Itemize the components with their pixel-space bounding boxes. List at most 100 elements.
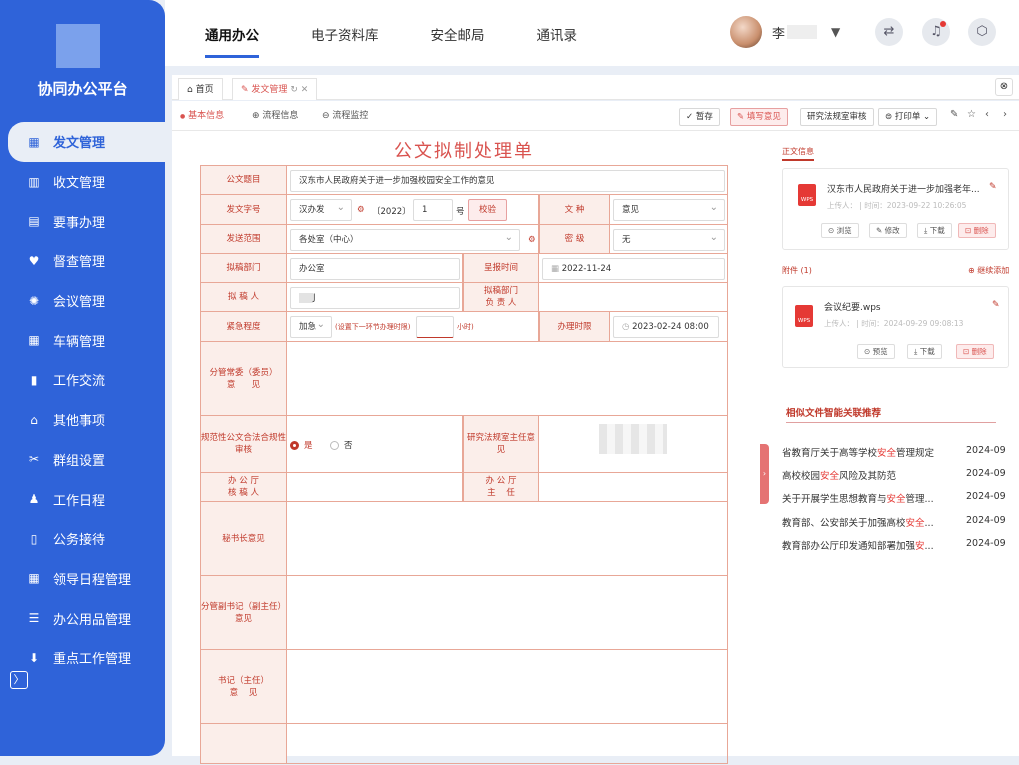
submit-time-value: 2022-11-24	[561, 264, 612, 274]
legal-review-button[interactable]: 研究法规室审核	[800, 108, 874, 126]
top-header: 通用办公 电子资料库 安全邮局 通讯录 李 ▼ ⇄ ♫ ⬡	[165, 0, 1019, 66]
edit-icon[interactable]: ✎	[950, 109, 958, 120]
sidebar-item-important[interactable]: ▤ 要事办理	[0, 201, 165, 241]
link-label: 继续添加	[977, 266, 1010, 275]
subtab-basic-info[interactable]: ● 基本信息	[180, 101, 225, 134]
rec-title: 教育部办公厅印发通知部署加强	[782, 541, 916, 552]
deputy-opinion-area[interactable]	[287, 576, 728, 650]
approval-form: 公文拟制处理单 公文题目 汉东市人民政府关于进一步加强校园安全工作的意见 发文字…	[200, 131, 728, 764]
sidebar-item-leader-schedule[interactable]: ▦ 领导日程管理	[0, 559, 165, 599]
topnav-e-library[interactable]: 电子资料库	[311, 0, 379, 66]
topnav-general-office[interactable]: 通用办公	[205, 0, 259, 66]
main-file-name[interactable]: 汉东市人民政府关于进一步加强老年...	[827, 182, 992, 195]
add-attachment-link[interactable]: ⊕ 继续添加	[968, 265, 1009, 276]
urgency-select[interactable]: 加急	[290, 315, 332, 338]
edit-icon: ✎	[241, 85, 249, 95]
close-all-icon[interactable]: ⊗	[995, 78, 1013, 96]
sidebar-item-other[interactable]: ⌂ 其他事项	[0, 400, 165, 440]
hours-input[interactable]	[416, 316, 454, 338]
write-opinion-button[interactable]: ✎ 填写意见	[730, 108, 788, 126]
switch-icon[interactable]: ⇄	[875, 18, 903, 46]
subtab-flow-info[interactable]: ⊕ 流程信息	[252, 101, 298, 131]
subject-input[interactable]: 汉东市人民政府关于进一步加强校园安全工作的意见	[290, 170, 725, 192]
sidebar-nav: ▦ 发文管理 ▥ 收文管理 ▤ 要事办理 ♥ 督查管理 ✺ 会议管理 ▦ 车辆管理 ▮ 工作交…	[0, 122, 165, 678]
attachment-meta: 上传人： | 时间：2024-09-29 09:08:13	[824, 319, 964, 328]
drafter-input[interactable]: J	[290, 287, 460, 309]
submit-time-input[interactable]: ▦ 2022-11-24	[542, 258, 725, 280]
topnav-secure-mail[interactable]: 安全邮局	[431, 0, 485, 66]
chevron-left-icon[interactable]: ‹	[985, 109, 989, 120]
refresh-icon[interactable]: ↻	[290, 85, 298, 95]
grid-icon: ▦	[28, 333, 40, 348]
deadline-input[interactable]: ◷ 2023-02-24 08:00	[613, 316, 719, 338]
user-menu[interactable]: 李 ▼	[730, 16, 840, 48]
sidebar-item-dispatch[interactable]: ▦ 发文管理	[8, 122, 165, 162]
topnav-contacts[interactable]: 通讯录	[537, 0, 578, 66]
signature-image	[599, 424, 667, 454]
tab-home[interactable]: ⌂ 首页	[178, 78, 223, 100]
tab-dispatch[interactable]: ✎ 发文管理 ↻ ✕	[232, 78, 318, 100]
cell	[287, 416, 463, 473]
caret-down-icon[interactable]: ▼	[831, 25, 840, 39]
sidebar-item-supplies[interactable]: ☰ 办公用品管理	[0, 598, 165, 638]
button-label: 预览	[872, 347, 888, 356]
main-text-header: 正文信息	[782, 146, 814, 161]
sidebar-item-label: 群组设置	[53, 453, 106, 469]
dept-input[interactable]: 办公室	[290, 258, 460, 280]
delete-button[interactable]: ⊡ 删除	[956, 344, 994, 359]
secretary-opinion-area[interactable]	[287, 502, 728, 576]
doc-number-input[interactable]: 1	[413, 199, 453, 221]
bell-icon[interactable]: ♫	[922, 18, 950, 46]
cell	[287, 724, 728, 764]
sidebar-item-label: 重点工作管理	[53, 652, 132, 668]
sidebar-item-receive[interactable]: ▥ 收文管理	[0, 162, 165, 202]
download-button[interactable]: ⤓ 下载	[907, 344, 942, 359]
settings-icon[interactable]: ⚙	[357, 205, 365, 215]
view-button[interactable]: ⊙ 浏览	[821, 223, 859, 238]
print-button[interactable]: ⊜ 打印单 ⌄	[878, 108, 938, 126]
modify-button[interactable]: ✎ 修改	[869, 223, 907, 238]
secret-select[interactable]: 无	[613, 228, 725, 251]
sidebar-item-exchange[interactable]: ▮ 工作交流	[0, 360, 165, 400]
edit-icon[interactable]: ✎	[989, 182, 997, 192]
sidebar-collapse-button[interactable]: 〉	[10, 671, 28, 689]
sidebar-item-supervise[interactable]: ♥ 督查管理	[0, 241, 165, 281]
settings-icon[interactable]: ⬡	[968, 18, 996, 46]
doc-year: 〔2022〕	[372, 207, 411, 217]
star-icon[interactable]: ☆	[967, 109, 976, 120]
panel-toggle-button[interactable]: ›	[760, 444, 769, 504]
kind-select[interactable]: 意见	[613, 198, 725, 221]
delete-button[interactable]: ⊡ 删除	[958, 223, 996, 238]
sidebar-item-reception[interactable]: ▯ 公务接待	[0, 519, 165, 559]
label-dept-head: 拟稿部门 负 责 人	[463, 283, 539, 312]
radio-yes[interactable]: 是	[290, 439, 313, 451]
sidebar-item-vehicle[interactable]: ▦ 车辆管理	[0, 320, 165, 360]
subtab-flow-monitor[interactable]: ⊖ 流程监控	[322, 101, 368, 131]
preview-button[interactable]: ⊙ 预览	[857, 344, 895, 359]
sidebar-item-label: 要事办理	[53, 215, 106, 231]
close-icon[interactable]: ✕	[301, 85, 309, 95]
edit-icon[interactable]: ✎	[992, 300, 1000, 310]
tab-label: 发文管理	[251, 85, 288, 95]
radio-no[interactable]: 否	[330, 439, 353, 451]
save-draft-button[interactable]: ✓ 暂存	[679, 108, 720, 126]
sidebar-item-label: 工作日程	[53, 493, 106, 509]
download-button[interactable]: ⤓ 下载	[917, 223, 952, 238]
sidebar-item-meeting[interactable]: ✺ 会议管理	[0, 281, 165, 321]
sidebar-item-group[interactable]: ✂ 群组设置	[0, 440, 165, 480]
radio-label: 是	[304, 441, 313, 451]
sidebar-item-label: 发文管理	[53, 136, 106, 152]
label-scope: 发送范围	[200, 225, 287, 254]
chevron-right-icon[interactable]: ›	[1003, 109, 1007, 120]
doc-prefix-select[interactable]: 汉办发	[290, 198, 352, 221]
attachment-name[interactable]: 会议纪要.wps	[824, 300, 984, 313]
scope-select[interactable]: 各处室（中心）	[290, 228, 520, 251]
party-secretary-opinion-area[interactable]	[287, 650, 728, 724]
label-doc-no: 发文字号	[200, 195, 287, 225]
urgency-hint: (设置下一环节办理时限)	[335, 323, 411, 331]
label-drafter: 拟 稿 人	[200, 283, 287, 312]
sidebar-item-schedule[interactable]: ♟ 工作日程	[0, 479, 165, 519]
settings-icon[interactable]: ⚙	[528, 235, 536, 245]
check-button[interactable]: 校验	[468, 199, 508, 221]
committee-opinion-area[interactable]	[287, 342, 728, 416]
